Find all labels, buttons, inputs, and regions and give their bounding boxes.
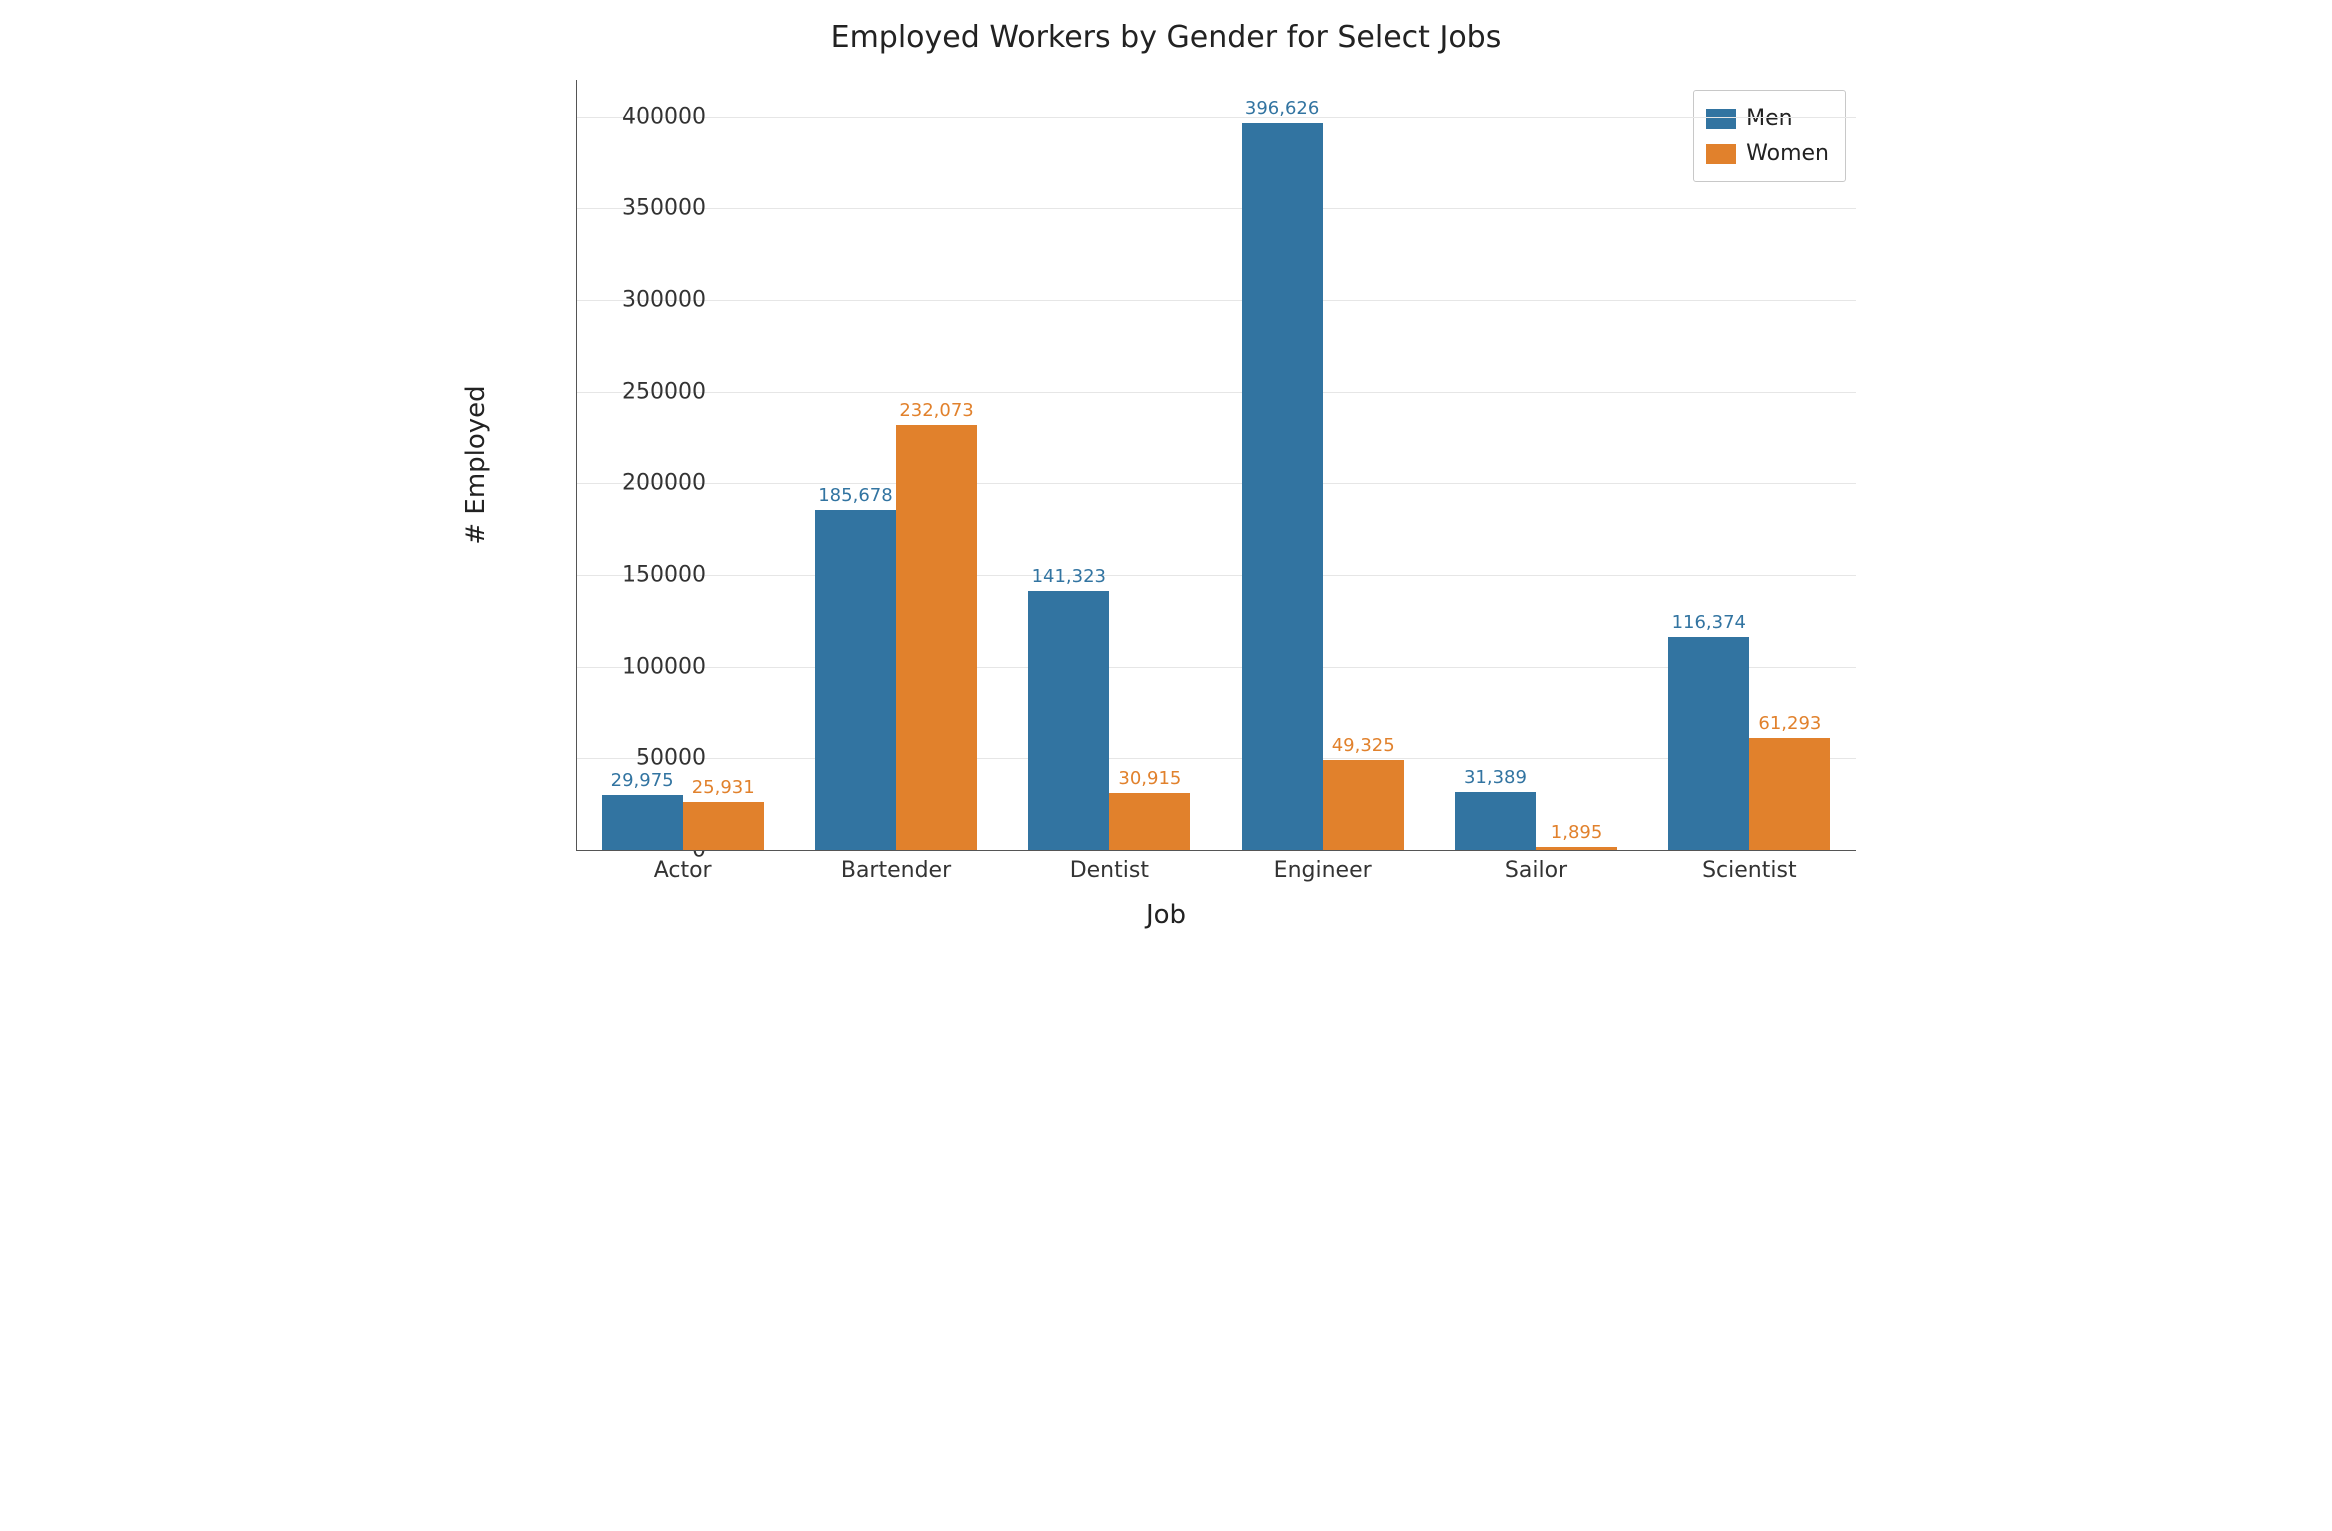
legend-label-women: Women <box>1746 136 1829 171</box>
bar-women <box>1749 738 1830 850</box>
legend: Men Women <box>1693 90 1846 182</box>
bar-value-label: 141,323 <box>1032 566 1106 587</box>
x-tick-label: Engineer <box>1274 858 1372 883</box>
grid-line <box>576 300 1856 301</box>
bar-value-label: 1,895 <box>1551 822 1603 843</box>
bar-value-label: 396,626 <box>1245 98 1319 119</box>
bar-value-label: 49,325 <box>1332 735 1395 756</box>
legend-item-men: Men <box>1706 101 1829 136</box>
x-tick-label: Actor <box>654 858 712 883</box>
y-tick-label: 300000 <box>506 288 706 313</box>
grid-line <box>576 117 1856 118</box>
y-tick-label: 350000 <box>506 196 706 221</box>
x-tick-label: Sailor <box>1505 858 1567 883</box>
y-axis-line <box>576 80 577 850</box>
bar-value-label: 31,389 <box>1464 767 1527 788</box>
x-axis-label: Job <box>436 900 1896 930</box>
x-axis-line <box>576 850 1856 851</box>
bar-value-label: 61,293 <box>1758 713 1821 734</box>
grid-line <box>576 667 1856 668</box>
bar-men <box>1455 792 1536 850</box>
chart-container: Employed Workers by Gender for Select Jo… <box>436 20 1896 980</box>
bar-value-label: 30,915 <box>1118 768 1181 789</box>
y-tick-label: 250000 <box>506 379 706 404</box>
y-tick-label: 400000 <box>506 104 706 129</box>
bar-value-label: 232,073 <box>899 400 973 421</box>
bar-men <box>1242 123 1323 850</box>
plot-area: Men Women 050000100000150000200000250000… <box>576 80 1856 850</box>
x-tick-label: Dentist <box>1070 858 1149 883</box>
legend-label-men: Men <box>1746 101 1792 136</box>
legend-item-women: Women <box>1706 136 1829 171</box>
y-tick-label: 200000 <box>506 471 706 496</box>
grid-line <box>576 758 1856 759</box>
x-tick-label: Scientist <box>1702 858 1796 883</box>
bar-men <box>1028 591 1109 850</box>
bar-value-label: 29,975 <box>611 770 674 791</box>
x-tick-label: Bartender <box>841 858 951 883</box>
grid-line <box>576 575 1856 576</box>
legend-swatch-men <box>1706 109 1736 129</box>
bar-men <box>602 795 683 850</box>
bar-women <box>896 425 977 850</box>
bar-men <box>815 510 896 850</box>
y-tick-label: 50000 <box>506 746 706 771</box>
y-tick-label: 100000 <box>506 654 706 679</box>
bar-women <box>1323 760 1404 850</box>
legend-swatch-women <box>1706 144 1736 164</box>
y-tick-label: 150000 <box>506 563 706 588</box>
chart-title: Employed Workers by Gender for Select Jo… <box>436 20 1896 55</box>
grid-line <box>576 208 1856 209</box>
bar-women <box>1109 793 1190 850</box>
y-axis-label: # Employed <box>461 385 491 544</box>
bar-value-label: 185,678 <box>818 485 892 506</box>
bar-men <box>1668 637 1749 850</box>
bar-value-label: 25,931 <box>692 777 755 798</box>
grid-line <box>576 483 1856 484</box>
bar-women <box>1536 847 1617 850</box>
grid-line <box>576 392 1856 393</box>
bar-women <box>683 802 764 850</box>
bar-value-label: 116,374 <box>1672 612 1746 633</box>
